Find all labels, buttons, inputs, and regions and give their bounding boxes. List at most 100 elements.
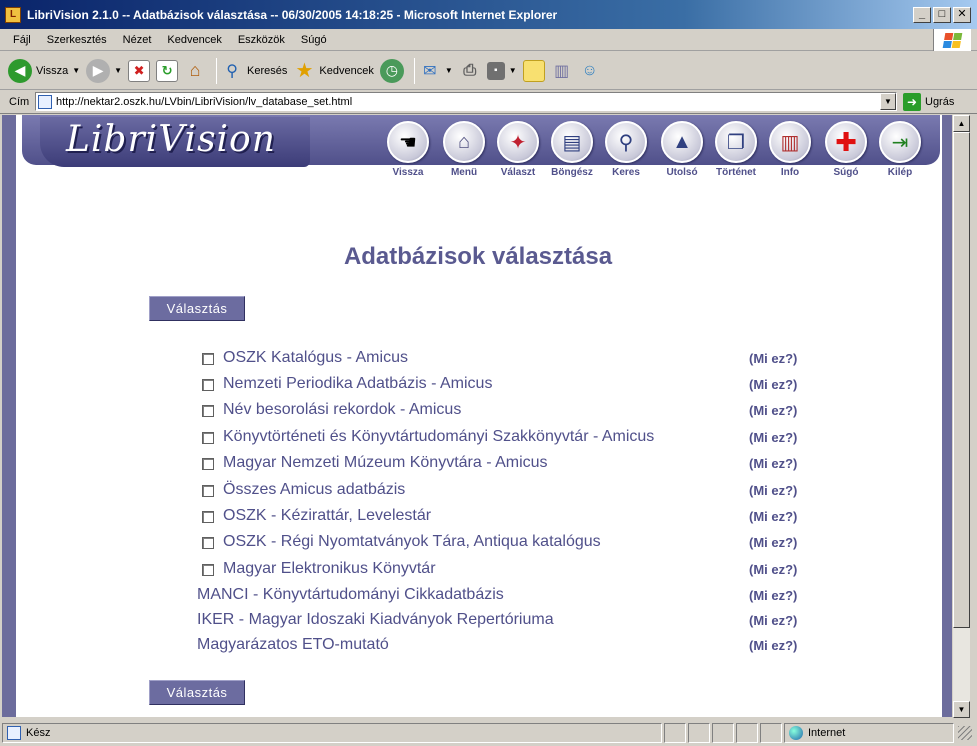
nav-info-button[interactable]: ▥ Info [762,121,818,178]
nav-label: Utolsó [666,167,698,178]
vertical-scrollbar[interactable]: ▲ ▼ [953,115,970,718]
search-button[interactable]: ⚲ Keresés [221,60,287,82]
database-checkbox[interactable] [202,353,214,365]
what-is-this-link[interactable]: (Mi ez?) [749,403,797,418]
what-is-this-link[interactable]: (Mi ez?) [749,638,797,653]
dropdown-arrow-icon[interactable]: ▼ [72,66,80,75]
address-url[interactable]: http://nektar2.oszk.hu/LVbin/LibriVision… [56,96,352,108]
nav-label: Info [780,167,800,178]
database-name[interactable]: Magyar Elektronikus Könyvtár [223,560,436,578]
history-button[interactable]: ◷ [379,58,404,83]
nav-menu-button[interactable]: ⌂ Menü [436,121,492,178]
dropdown-arrow-icon[interactable]: ▼ [114,66,122,75]
nav-history-button[interactable]: ❐ Történet [708,121,764,178]
status-panel [736,723,758,743]
exit-door-icon: ⇥ [879,121,921,163]
menu-tools[interactable]: Eszközök [230,34,293,46]
status-panel [760,723,782,743]
dropdown-arrow-icon[interactable]: ▼ [445,66,453,75]
address-dropdown-icon[interactable]: ▼ [880,93,896,110]
nav-last-button[interactable]: ▲ Utolsó [654,121,710,178]
messenger-button[interactable]: ☺ [579,60,601,82]
database-link[interactable]: MANCI - Könyvtártudományi Cikkadatbázis [197,586,504,604]
pointing-hand-icon: ☚ [387,121,429,163]
nav-exit-button[interactable]: ⇥ Kilép [872,121,928,178]
menu-edit[interactable]: Szerkesztés [39,34,115,46]
database-row: Összes Amicus adatbázis (Mi ez?) [16,479,940,503]
database-name[interactable]: Nemzeti Periodika Adatbázis - Amicus [223,375,492,393]
menu-help[interactable]: Súgó [293,34,335,46]
database-checkbox[interactable] [202,405,214,417]
database-checkbox[interactable] [202,564,214,576]
nav-search-button[interactable]: ⚲ Keres [598,121,654,178]
database-link[interactable]: IKER - Magyar Idoszaki Kiadványok Repert… [197,611,554,629]
back-button[interactable]: ◀ Vissza ▼ [8,58,80,83]
resize-grip-icon[interactable] [958,726,972,740]
dropdown-arrow-icon[interactable]: ▼ [509,66,517,75]
scroll-thumb[interactable] [953,132,970,628]
what-is-this-link[interactable]: (Mi ez?) [749,483,797,498]
database-row: Név besorolási rekordok - Amicus (Mi ez?… [16,399,940,423]
mail-icon: ✉ [423,62,437,80]
research-button[interactable]: ▥ [551,60,573,82]
nav-select-button[interactable]: ✦ Választ [490,121,546,178]
stop-button[interactable]: ✖ [128,59,151,82]
nav-help-button[interactable]: ✚ Súgó [818,121,874,178]
home-button[interactable]: ⌂ [184,60,206,82]
status-panel [712,723,734,743]
database-checkbox[interactable] [202,537,214,549]
what-is-this-link[interactable]: (Mi ez?) [749,588,797,603]
minimize-button[interactable]: _ [913,6,931,23]
favorites-button[interactable]: ★ Kedvencek [293,60,373,82]
what-is-this-link[interactable]: (Mi ez?) [749,430,797,445]
menu-bar: Fájl Szerkesztés Nézet Kedvencek Eszközö… [0,29,977,51]
database-checkbox[interactable] [202,379,214,391]
scroll-up-arrow-icon[interactable]: ▲ [953,115,970,132]
discuss-button[interactable] [522,59,545,82]
menu-file[interactable]: Fájl [0,34,39,46]
what-is-this-link[interactable]: (Mi ez?) [749,535,797,550]
what-is-this-link[interactable]: (Mi ez?) [749,562,797,577]
menu-favorites[interactable]: Kedvencek [159,34,229,46]
print-button[interactable]: ⎙ [459,60,481,82]
database-checkbox[interactable] [202,432,214,444]
database-link[interactable]: Magyarázatos ETO-mutató [197,636,389,654]
edit-button[interactable]: ▪ ▼ [486,61,517,80]
window-titlebar[interactable]: L LibriVision 2.1.0 -- Adatbázisok válas… [0,0,977,29]
what-is-this-link[interactable]: (Mi ez?) [749,456,797,471]
nav-browse-button[interactable]: ▤ Böngész [544,121,600,178]
database-checkbox[interactable] [202,485,214,497]
mail-button[interactable]: ✉ ▼ [419,60,453,82]
page-icon [38,94,52,109]
database-name[interactable]: Összes Amicus adatbázis [223,481,405,499]
what-is-this-link[interactable]: (Mi ez?) [749,377,797,392]
what-is-this-link[interactable]: (Mi ez?) [749,613,797,628]
database-name[interactable]: Magyar Nemzeti Múzeum Könyvtára - Amicus [223,454,548,472]
select-button-top[interactable]: Választás [149,296,245,321]
favorites-label: Kedvencek [319,64,374,77]
go-button[interactable]: ➜ Ugrás [903,92,954,111]
nav-back-button[interactable]: ☚ Vissza [380,121,436,178]
magnifier-icon: ⚲ [605,121,647,163]
database-name[interactable]: OSZK Katalógus - Amicus [223,349,408,367]
what-is-this-link[interactable]: (Mi ez?) [749,351,797,366]
database-name[interactable]: Név besorolási rekordok - Amicus [223,401,461,419]
menu-view[interactable]: Nézet [115,34,160,46]
close-button[interactable]: ✕ [953,6,971,23]
nav-label: Menü [450,167,478,178]
select-button-bottom[interactable]: Választás [149,680,245,705]
address-bar: Cím http://nektar2.oszk.hu/LVbin/LibriVi… [0,90,977,114]
printer-icon: ⎙ [463,61,477,79]
scroll-down-arrow-icon[interactable]: ▼ [953,701,970,718]
maximize-button[interactable]: □ [933,6,951,23]
forward-button[interactable]: ▶ ▼ [86,58,122,83]
database-checkbox[interactable] [202,511,214,523]
database-name[interactable]: OSZK - Régi Nyomtatványok Tára, Antiqua … [223,533,601,551]
database-name[interactable]: OSZK - Kézirattár, Levelestár [223,507,431,525]
database-name[interactable]: Könyvtörténeti és Könyvtártudományi Szak… [223,428,654,446]
address-input[interactable]: http://nektar2.oszk.hu/LVbin/LibriVision… [35,92,897,111]
compass-star-icon: ✦ [497,121,539,163]
database-checkbox[interactable] [202,458,214,470]
what-is-this-link[interactable]: (Mi ez?) [749,509,797,524]
refresh-button[interactable]: ↻ [156,59,179,82]
